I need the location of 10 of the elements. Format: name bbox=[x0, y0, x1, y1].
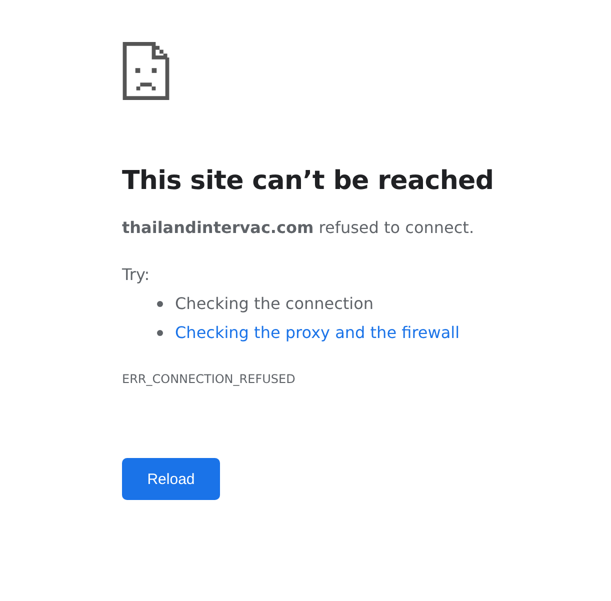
try-label: Try: bbox=[122, 265, 150, 284]
suggestion-text: Checking the connection bbox=[175, 294, 374, 313]
bullet-icon bbox=[157, 300, 163, 306]
page-heading: This site can’t be reached bbox=[122, 166, 494, 196]
proxy-link[interactable]: Checking the proxy and the firewall bbox=[175, 323, 460, 342]
bullet-icon bbox=[157, 330, 163, 336]
error-message: thailandintervac.com refused to connect. bbox=[122, 218, 474, 237]
sad-document-icon bbox=[122, 42, 170, 100]
reload-button[interactable]: Reload bbox=[122, 458, 220, 500]
error-code: ERR_CONNECTION_REFUSED bbox=[122, 372, 296, 386]
